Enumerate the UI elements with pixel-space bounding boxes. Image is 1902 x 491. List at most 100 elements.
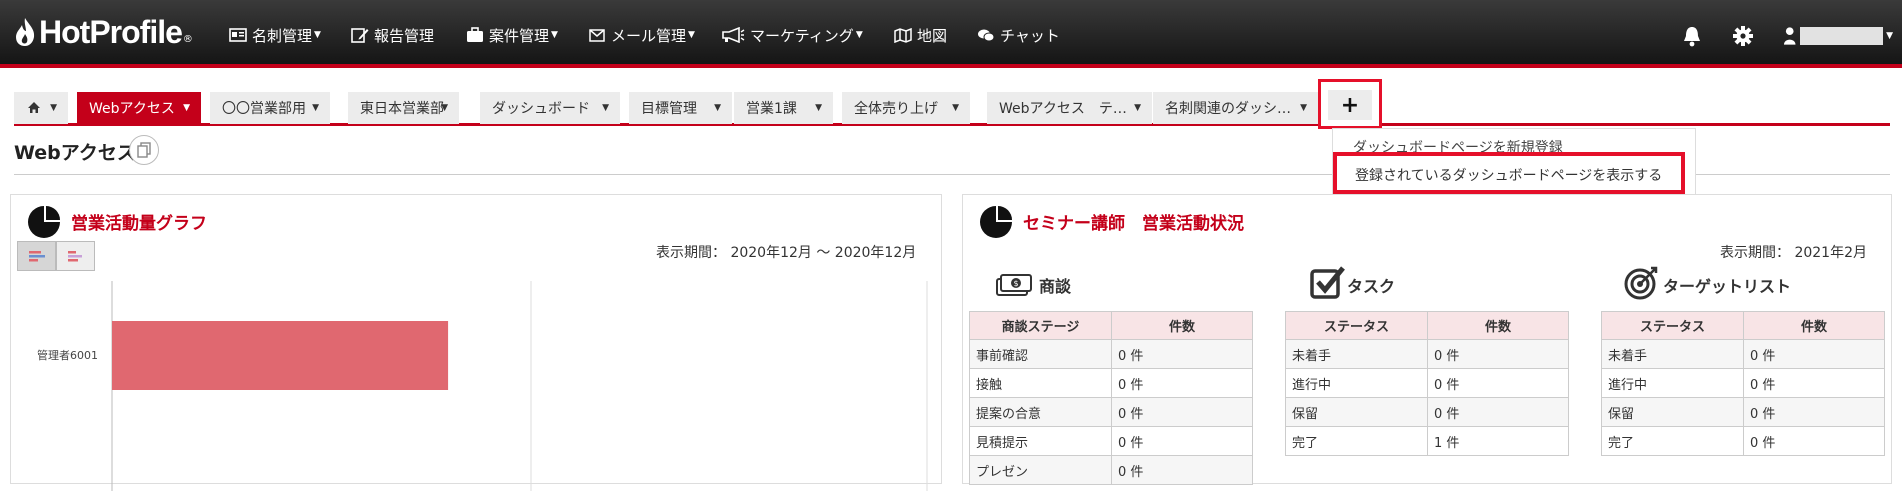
chevron-down-icon: ▼	[441, 103, 448, 113]
column-header: ステータス	[1285, 311, 1428, 340]
tab-label: 東日本営業部	[360, 101, 444, 117]
nav-reports[interactable]: 報告管理	[350, 22, 434, 48]
pie-chart-icon	[28, 206, 60, 238]
tab-label: Webアクセス	[89, 101, 175, 117]
chevron-down-icon: ▼	[952, 103, 959, 113]
money-icon: $	[996, 274, 1032, 296]
tab-label: Webアクセス テ…	[999, 101, 1127, 117]
negotiation-table: 商談ステージ 件数 事前確認 0 件 接触 0 件 提案の合意 0 件 見積提示 0 件 …	[969, 311, 1253, 485]
count-cell: 0 件	[1427, 397, 1569, 427]
pie-chart-icon	[980, 206, 1012, 238]
period-label: 表示期間： 2020年12月 〜 2020年12月	[656, 245, 917, 261]
nav-marketing[interactable]: マーケティング ▼	[720, 22, 863, 48]
table-row: 見積提示 0 件	[969, 426, 1253, 456]
tab-total-sales[interactable]: 全体売り上げ ▼	[842, 92, 970, 124]
nav-chat[interactable]: チャット	[976, 22, 1060, 48]
nav-label: マーケティング	[750, 26, 854, 45]
count-cell: 0 件	[1111, 397, 1253, 427]
table-row: 保留 0 件	[1601, 397, 1885, 427]
chart-bar	[112, 321, 449, 390]
tab-sales-section-1[interactable]: 営業1課 ▼	[734, 92, 833, 124]
nav-label: メール管理	[611, 26, 687, 45]
menu-item-show-dashboards[interactable]: 登録されているダッシュボードページを表示する	[1355, 165, 1662, 185]
top-header: HotProfile ® 名刺管理 ▼ 報告管理 案件管理 ▼ メール管理 ▼ マーケ…	[0, 0, 1902, 68]
hotprofile-logo[interactable]: HotProfile ®	[14, 12, 193, 52]
stacked-bar-icon	[67, 251, 82, 262]
table-row: 接触 0 件	[969, 368, 1253, 398]
tab-web-access-test[interactable]: Webアクセス テ… ▼	[987, 92, 1152, 124]
chevron-down-icon: ▼	[551, 30, 558, 40]
nav-business-cards[interactable]: 名刺管理 ▼	[228, 22, 321, 48]
activity-bar-chart: 管理者6001	[37, 281, 928, 491]
nav-projects[interactable]: 案件管理 ▼	[465, 22, 558, 48]
table-header-row: ステータス 件数	[1601, 311, 1885, 340]
nav-label: チャット	[1000, 26, 1060, 45]
panel-title: 営業活動量グラフ	[71, 214, 207, 234]
table-row: 未着手 0 件	[1285, 339, 1569, 369]
stage-cell: 接触	[969, 368, 1112, 398]
count-cell: 0 件	[1743, 426, 1885, 456]
count-cell: 0 件	[1743, 397, 1885, 427]
dropdown-highlight: 登録されているダッシュボードページを表示する	[1333, 152, 1685, 194]
stage-cell: プレゼン	[969, 455, 1112, 485]
count-cell: 0 件	[1111, 339, 1253, 369]
tab-home[interactable]: ▼	[14, 92, 68, 124]
tab-sales-dept[interactable]: 〇〇営業部用 ▼	[210, 92, 330, 124]
gear-icon[interactable]	[1732, 24, 1754, 48]
chart-category-label: 管理者6001	[37, 348, 98, 362]
bell-icon[interactable]	[1681, 24, 1703, 48]
section-title: 商談	[1039, 277, 1072, 296]
table-header-row: 商談ステージ 件数	[969, 311, 1253, 340]
target-list-table: ステータス 件数 未着手 0 件 進行中 0 件 保留 0 件 完了 0 件	[1601, 311, 1885, 456]
status-cell: 完了	[1285, 426, 1428, 456]
add-dashboard-button[interactable]: +	[1328, 90, 1372, 120]
count-cell: 1 件	[1427, 426, 1569, 456]
tab-label: 全体売り上げ	[854, 101, 938, 117]
nav-map[interactable]: 地図	[893, 22, 947, 48]
seminar-activity-panel: セミナー講師 営業活動状況 表示期間： 2021年2月 $ 商談 商談ステージ件…	[962, 194, 1892, 485]
nav-label: 地図	[917, 26, 948, 45]
card-icon	[228, 26, 248, 44]
period-label: 表示期間： 2021年2月	[1720, 245, 1867, 261]
column-header: ステータス	[1601, 311, 1744, 340]
horizontal-bar-toggle[interactable]	[17, 241, 56, 271]
tab-east-japan-sales[interactable]: 東日本営業部 ▼	[348, 92, 459, 124]
count-cell: 0 件	[1743, 368, 1885, 398]
column-header: 件数	[1427, 311, 1569, 340]
status-cell: 完了	[1601, 426, 1744, 456]
chart-orientation-toggle	[17, 241, 95, 271]
map-icon	[893, 26, 913, 44]
chat-icon	[976, 26, 996, 44]
table-row: 保留 0 件	[1285, 397, 1569, 427]
nav-mail[interactable]: メール管理 ▼	[587, 22, 695, 48]
page-title: Webアクセス	[14, 142, 136, 164]
tab-business-card-dashboard[interactable]: 名刺関連のダッシ… ▼	[1153, 92, 1318, 124]
chevron-down-icon: ▼	[1300, 103, 1307, 113]
user-menu[interactable]: ▼	[1783, 24, 1893, 48]
column-header: 商談ステージ	[969, 311, 1112, 340]
tab-web-access[interactable]: Webアクセス ▼	[77, 92, 201, 124]
copy-icon	[137, 142, 151, 158]
chevron-down-icon: ▼	[1134, 103, 1141, 113]
svg-text:$: $	[1013, 279, 1018, 288]
logo-registered-mark: ®	[182, 33, 193, 45]
table-row: 事前確認 0 件	[969, 339, 1253, 369]
status-cell: 進行中	[1285, 368, 1428, 398]
mail-icon	[587, 26, 607, 44]
section-title: ターゲットリスト	[1663, 277, 1792, 296]
stage-cell: 提案の合意	[969, 397, 1112, 427]
target-icon	[1624, 266, 1658, 300]
tab-dashboard[interactable]: ダッシュボード ▼	[480, 92, 620, 124]
table-row: 進行中 0 件	[1601, 368, 1885, 398]
add-tab-highlight: +	[1318, 79, 1382, 129]
home-icon	[28, 102, 40, 113]
section-title: タスク	[1347, 277, 1396, 296]
tab-goal-management[interactable]: 目標管理 ▼	[629, 92, 732, 124]
panel-title: セミナー講師 営業活動状況	[1023, 214, 1244, 234]
stacked-bar-toggle[interactable]	[56, 241, 95, 271]
horizontal-bar-icon	[28, 251, 45, 262]
count-cell: 0 件	[1427, 368, 1569, 398]
status-cell: 保留	[1601, 397, 1744, 427]
copy-button[interactable]	[129, 135, 159, 165]
user-icon	[1783, 27, 1796, 45]
